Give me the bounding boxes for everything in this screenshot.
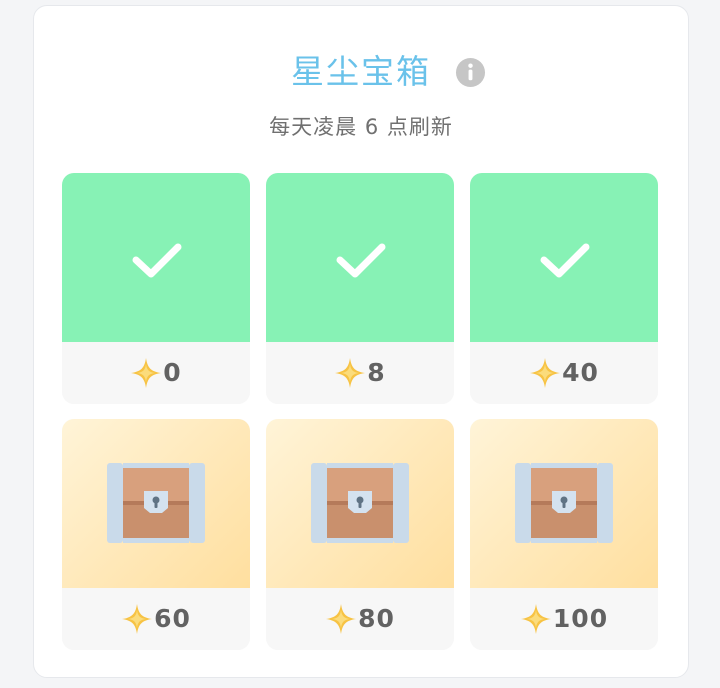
sparkle-star-icon bbox=[326, 604, 357, 634]
chest-card[interactable]: 8 bbox=[266, 173, 454, 404]
chest-card[interactable]: 0 bbox=[62, 173, 250, 404]
title-row: 星尘宝箱 bbox=[34, 50, 688, 94]
check-icon bbox=[540, 243, 590, 278]
chest-card[interactable]: 80 bbox=[266, 419, 454, 650]
chest-reward-amount: 80 bbox=[358, 604, 395, 633]
sparkle-star-icon bbox=[530, 358, 561, 388]
chest-reward-amount: 100 bbox=[552, 604, 609, 633]
sparkle-star-icon bbox=[520, 604, 551, 634]
chest-reward-amount: 8 bbox=[367, 358, 386, 387]
chest-reward: 40 bbox=[470, 342, 658, 404]
chest-status-area bbox=[266, 419, 454, 588]
treasure-chest-icon bbox=[515, 463, 613, 543]
chest-reward-amount: 0 bbox=[163, 358, 182, 387]
treasure-chest-icon bbox=[311, 463, 409, 543]
page-title: 星尘宝箱 bbox=[291, 52, 431, 91]
stardust-chest-card: 星尘宝箱 每天凌晨 6 点刷新 0 8 40 60 80 100 bbox=[33, 5, 689, 678]
chest-card[interactable]: 60 bbox=[62, 419, 250, 650]
chest-status-area bbox=[62, 419, 250, 588]
chest-status-area bbox=[470, 173, 658, 342]
info-icon[interactable] bbox=[455, 57, 486, 88]
refresh-hint: 每天凌晨 6 点刷新 bbox=[269, 115, 453, 139]
chest-reward: 60 bbox=[62, 588, 250, 650]
sparkle-star-icon bbox=[122, 604, 153, 634]
chest-card[interactable]: 40 bbox=[470, 173, 658, 404]
chest-status-area bbox=[266, 173, 454, 342]
chest-reward: 8 bbox=[266, 342, 454, 404]
chest-status-area bbox=[62, 173, 250, 342]
check-icon bbox=[132, 243, 182, 278]
chest-card[interactable]: 100 bbox=[470, 419, 658, 650]
sparkle-star-icon bbox=[335, 358, 366, 388]
chest-reward: 100 bbox=[470, 588, 658, 650]
chest-status-area bbox=[470, 419, 658, 588]
treasure-chest-icon bbox=[107, 463, 205, 543]
sparkle-star-icon bbox=[131, 358, 162, 388]
chest-reward: 80 bbox=[266, 588, 454, 650]
chest-reward-amount: 60 bbox=[154, 604, 191, 633]
check-icon bbox=[336, 243, 386, 278]
chest-reward: 0 bbox=[62, 342, 250, 404]
chest-reward-amount: 40 bbox=[562, 358, 599, 387]
